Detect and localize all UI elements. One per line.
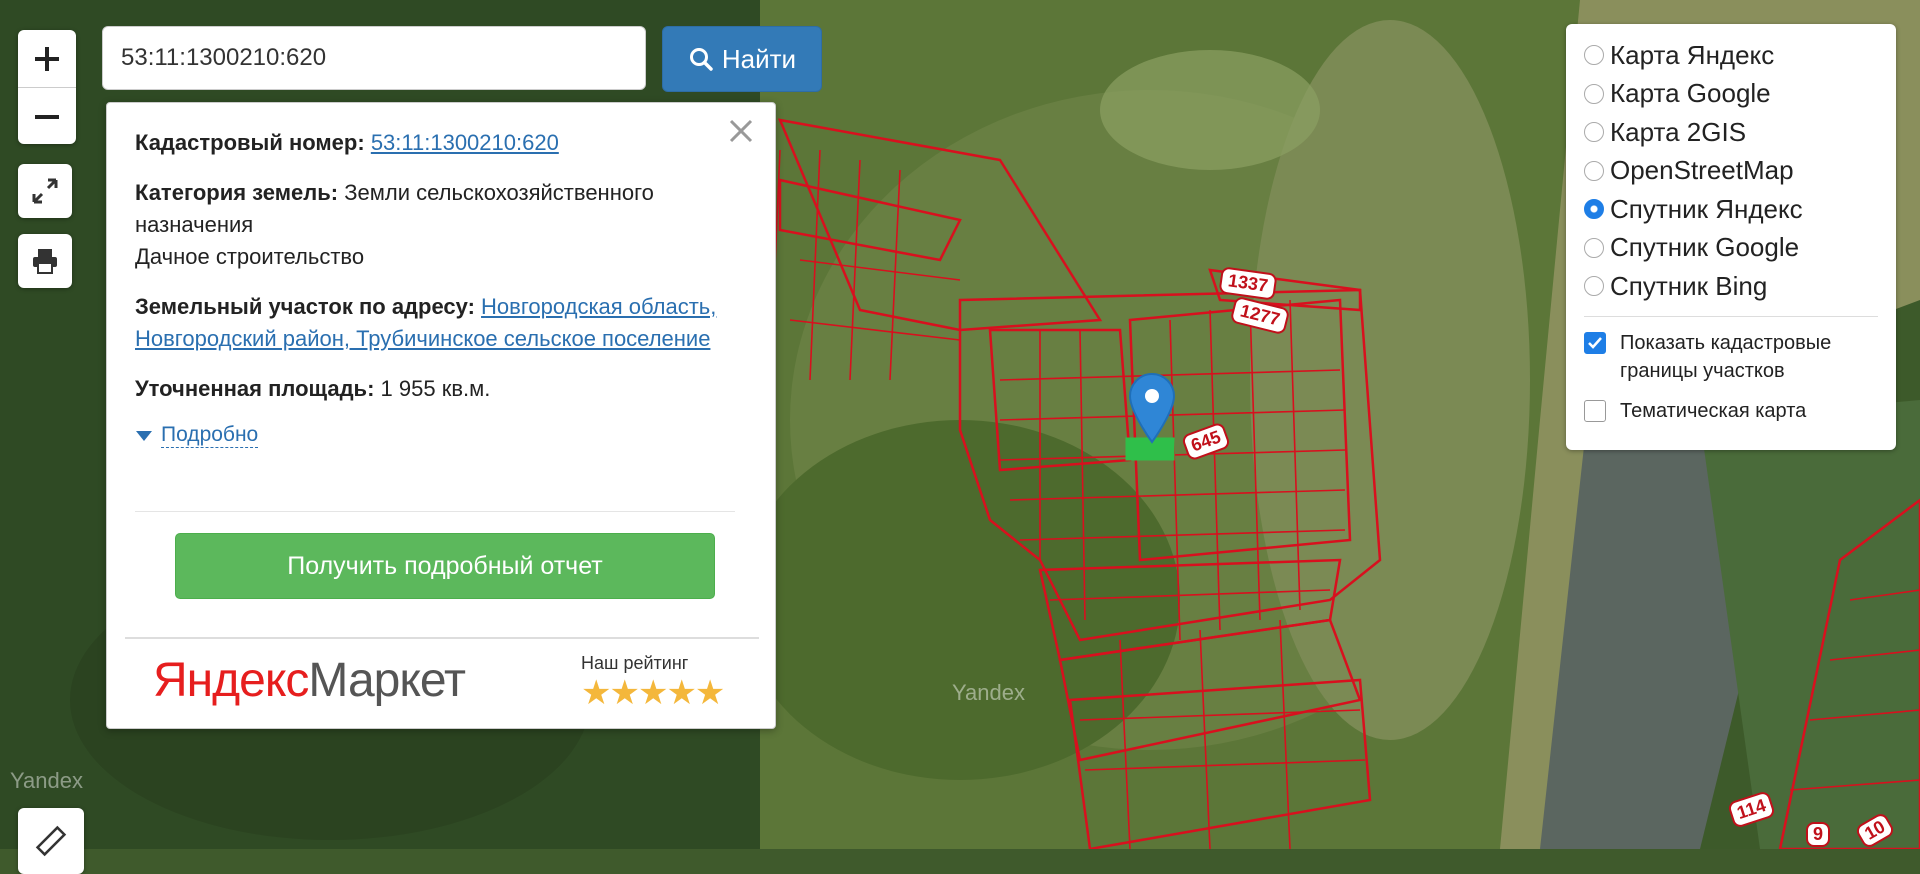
layer-option[interactable]: Спутник Яндекс: [1584, 190, 1878, 229]
show-cadastral-borders-option[interactable]: Показать кадастровые границы участков: [1584, 329, 1878, 385]
plot-label-9: 9: [1806, 822, 1831, 847]
layer-option-label: OpenStreetMap: [1610, 155, 1794, 186]
layer-radio[interactable]: [1584, 83, 1604, 104]
market-logo-text: Маркет: [308, 654, 466, 707]
ruler-icon: [35, 825, 67, 857]
yandex-market-logo[interactable]: ЯндексМаркет: [153, 653, 466, 708]
layer-option[interactable]: Карта Яндекс: [1584, 36, 1878, 75]
layer-option[interactable]: OpenStreetMap: [1584, 152, 1878, 191]
address-row: Земельный участок по адресу: Новгородска…: [135, 291, 735, 355]
layer-radio[interactable]: [1584, 237, 1604, 258]
layer-option-label: Спутник Google: [1610, 232, 1800, 263]
popup-divider: [135, 511, 735, 512]
layer-option[interactable]: Карта Google: [1584, 75, 1878, 114]
layer-option[interactable]: Карта 2GIS: [1584, 113, 1878, 152]
land-category-row: Категория земель: Земли сельскохозяйстве…: [135, 177, 735, 273]
layer-option-label: Спутник Яндекс: [1610, 193, 1803, 224]
plot-info-popup: Кадастровый номер: 53:11:1300210:620 Кат…: [106, 102, 776, 729]
rating-stars-icon: ★★★★★: [581, 674, 725, 712]
map-watermark: Yandex: [10, 768, 83, 793]
cadastral-number-row: Кадастровый номер: 53:11:1300210:620: [135, 127, 735, 159]
thematic-map-checkbox[interactable]: [1584, 399, 1606, 422]
map-layers-panel: Карта Яндекс Карта Google Карта 2GIS OpenSt…: [1566, 24, 1896, 450]
search-button[interactable]: Найти: [662, 26, 822, 92]
layer-option-label: Карта 2GIS: [1610, 116, 1747, 147]
layers-divider: [1584, 315, 1878, 317]
printer-icon: [33, 249, 57, 274]
popup-footer-divider: [125, 637, 759, 639]
caret-down-icon: [136, 430, 152, 441]
plus-icon: [35, 46, 59, 71]
zoom-in-button[interactable]: [18, 30, 76, 87]
show-borders-checkbox[interactable]: [1584, 331, 1606, 354]
land-category-label: Категория земель:: [135, 180, 339, 205]
thematic-map-label: Тематическая карта: [1620, 399, 1807, 422]
cadastral-number-link[interactable]: 53:11:1300210:620: [371, 130, 559, 155]
layer-radio[interactable]: [1584, 199, 1604, 220]
ruler-button[interactable]: [18, 808, 84, 874]
expand-icon: [32, 178, 58, 204]
layer-option-label: Карта Яндекс: [1610, 39, 1775, 70]
plot-info-body: Кадастровый номер: 53:11:1300210:620 Кат…: [135, 127, 735, 448]
cadastral-number-label: Кадастровый номер:: [135, 130, 365, 155]
zoom-out-button[interactable]: [18, 87, 76, 145]
layer-radio[interactable]: [1584, 122, 1604, 143]
rating-block[interactable]: Наш рейтинг ★★★★★: [581, 653, 741, 712]
yandex-logo-text: Яндекс: [153, 654, 309, 707]
layer-option-label: Карта Google: [1610, 78, 1771, 109]
search-icon: [689, 48, 713, 71]
details-toggle-label: Подробно: [161, 423, 259, 448]
details-toggle[interactable]: Подробно: [135, 423, 735, 448]
layer-radio[interactable]: [1584, 45, 1604, 66]
fullscreen-button[interactable]: [18, 164, 72, 218]
layer-option[interactable]: Спутник Google: [1584, 229, 1878, 268]
map-watermark: Yandex: [952, 680, 1025, 705]
zoom-control: [18, 30, 76, 144]
layer-option-label: Спутник Bing: [1610, 270, 1768, 301]
cadastral-search-input[interactable]: [102, 26, 646, 90]
minus-icon: [35, 114, 59, 119]
thematic-map-option[interactable]: Тематическая карта: [1584, 397, 1878, 425]
layer-radio[interactable]: [1584, 276, 1604, 297]
area-row: Уточненная площадь: 1 955 кв.м.: [135, 373, 735, 405]
get-report-button[interactable]: Получить подробный отчет: [175, 533, 715, 599]
layer-options: Карта Яндекс Карта Google Карта 2GIS OpenSt…: [1584, 36, 1878, 306]
address-label: Земельный участок по адресу:: [135, 294, 475, 319]
show-borders-label: Показать кадастровые границы участков: [1620, 331, 1832, 382]
area-label: Уточненная площадь:: [135, 376, 375, 401]
checkmark-icon: [1588, 336, 1602, 349]
print-button[interactable]: [18, 234, 72, 288]
permitted-use-value: Дачное строительство: [135, 244, 365, 269]
layer-radio[interactable]: [1584, 160, 1604, 181]
search-button-label: Найти: [721, 43, 797, 74]
location-marker-icon[interactable]: [1128, 372, 1176, 444]
layer-option[interactable]: Спутник Bing: [1584, 267, 1878, 306]
rating-label: Наш рейтинг: [581, 653, 689, 673]
area-value: 1 955 кв.м.: [380, 376, 491, 401]
